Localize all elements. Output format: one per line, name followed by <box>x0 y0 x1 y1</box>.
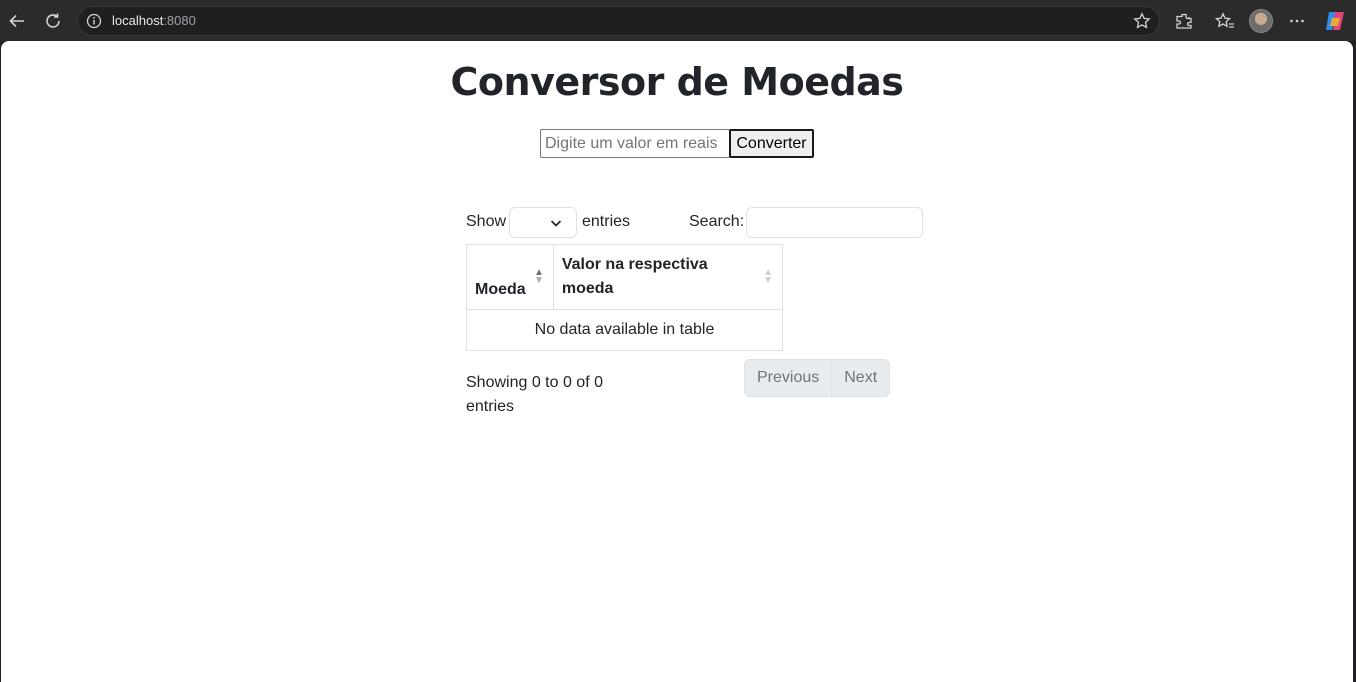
show-label: Show <box>466 213 507 230</box>
previous-button[interactable]: Previous <box>745 360 833 396</box>
address-bar[interactable]: localhost:8080 <box>77 6 1160 36</box>
url-text: localhost:8080 <box>112 13 196 28</box>
copilot-icon[interactable] <box>1323 9 1347 33</box>
page-title: Conversor de Moedas <box>450 60 904 104</box>
browser-toolbar: localhost:8080 <box>0 0 1356 41</box>
chevron-down-icon <box>550 220 562 227</box>
empty-table-message: No data available in table <box>466 309 783 351</box>
table-row: No data available in table <box>466 309 783 351</box>
table-info: Showing 0 to 0 of 0 entries <box>466 374 603 415</box>
next-button[interactable]: Next <box>832 360 889 396</box>
entries-select[interactable] <box>509 207 577 238</box>
info-icon[interactable] <box>86 13 102 29</box>
page-content: Conversor de Moedas Converter Show entri… <box>1 41 1353 682</box>
search-input[interactable] <box>746 207 923 238</box>
url-port: :8080 <box>163 13 196 28</box>
star-icon[interactable] <box>1133 12 1151 30</box>
sort-ascending-icon: ▲ ▼ <box>533 267 544 286</box>
url-host: localhost <box>112 13 164 28</box>
back-icon[interactable] <box>4 8 30 34</box>
extensions-icon[interactable] <box>1171 8 1197 34</box>
favorites-icon[interactable] <box>1212 8 1238 34</box>
column-header-valor[interactable]: Valor na respectiva moeda ▲ ▼ <box>552 244 784 310</box>
entries-label: entries <box>582 213 631 230</box>
search-label: Search: <box>689 213 745 230</box>
column-header-moeda[interactable]: Moeda ▲ ▼ <box>466 244 554 310</box>
profile-avatar[interactable] <box>1249 9 1273 33</box>
convert-button[interactable]: Converter <box>729 129 814 158</box>
more-icon[interactable] <box>1284 8 1310 34</box>
pagination: Previous Next <box>744 359 891 397</box>
column-label: Moeda <box>475 281 526 298</box>
currency-table: Moeda ▲ ▼ Valor na respectiva moeda ▲ ▼ No… <box>466 244 784 351</box>
sort-icon: ▲ ▼ <box>763 267 773 286</box>
column-label: Valor na respectiva moeda <box>561 256 708 297</box>
amount-input[interactable] <box>540 129 730 158</box>
table-header-row: Moeda ▲ ▼ Valor na respectiva moeda ▲ ▼ <box>466 244 784 310</box>
reload-icon[interactable] <box>40 8 66 34</box>
